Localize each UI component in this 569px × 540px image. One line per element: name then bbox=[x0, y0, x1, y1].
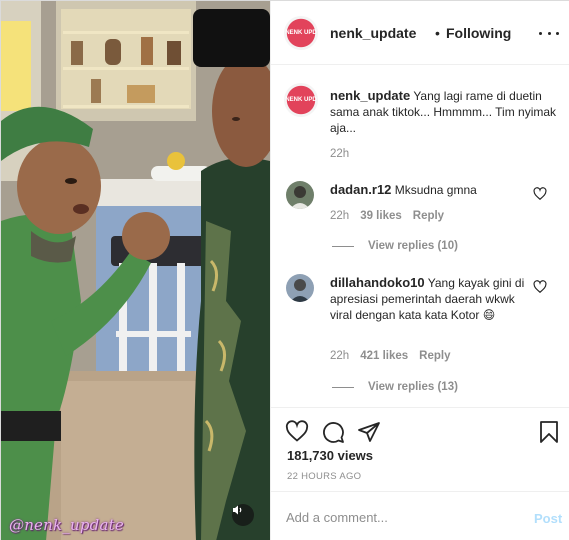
view-replies-label: View replies (10) bbox=[368, 240, 458, 252]
comment-icon[interactable] bbox=[321, 420, 345, 444]
speaker-icon[interactable] bbox=[232, 504, 254, 526]
heart-icon[interactable] bbox=[285, 420, 309, 444]
avatar[interactable] bbox=[286, 274, 314, 302]
avatar[interactable]: NENK UPD bbox=[284, 16, 318, 50]
video-frame bbox=[1, 1, 270, 540]
view-replies-button[interactable]: View replies (13) bbox=[332, 381, 458, 393]
comment-time[interactable]: 22h bbox=[330, 210, 349, 222]
separator-dot: • bbox=[435, 25, 440, 41]
view-replies-label: View replies (13) bbox=[368, 381, 458, 393]
comment-username[interactable]: dillahandoko10 bbox=[330, 275, 425, 290]
view-count[interactable]: 181,730 views bbox=[287, 448, 373, 463]
comment-time[interactable]: 22h bbox=[330, 350, 349, 362]
post-header: NENK UPD nenk_update • Following bbox=[271, 1, 569, 65]
view-replies-button[interactable]: View replies (10) bbox=[332, 240, 458, 252]
comment-likes[interactable]: 421 likes bbox=[360, 350, 408, 362]
caption-body: nenk_update Yang lagi rame di duetin sam… bbox=[330, 88, 560, 136]
divider bbox=[332, 386, 354, 388]
reply-button[interactable]: Reply bbox=[413, 210, 444, 222]
comment-username[interactable]: dadan.r12 bbox=[330, 182, 391, 197]
post-sidebar: NENK UPD nenk_update • Following NENK UP… bbox=[270, 1, 569, 540]
more-horizontal-icon[interactable] bbox=[539, 25, 559, 41]
heart-icon[interactable] bbox=[533, 187, 547, 201]
bookmark-icon[interactable] bbox=[537, 420, 561, 444]
following-button[interactable]: Following bbox=[446, 25, 511, 41]
video-watermark: @nenk_update bbox=[9, 516, 124, 534]
reply-button[interactable]: Reply bbox=[419, 350, 450, 362]
avatar-label: NENK UPD bbox=[285, 30, 317, 36]
comments-list[interactable]: NENK UPD nenk_update Yang lagi rame di d… bbox=[271, 66, 569, 407]
heart-icon[interactable] bbox=[533, 280, 547, 294]
add-comment-bar: Post bbox=[271, 491, 569, 540]
comment-body: dadan.r12 Mksudna gmna bbox=[330, 182, 560, 198]
post-dialog: @nenk_update NENK UPD nenk_update • Foll… bbox=[0, 0, 569, 540]
comment-meta: 22h 39 likes Reply bbox=[330, 210, 455, 222]
divider bbox=[332, 245, 354, 247]
post-button[interactable]: Post bbox=[534, 511, 562, 526]
post-timestamp[interactable]: 22 HOURS AGO bbox=[287, 471, 361, 482]
comment-body: dillahandoko10 Yang kayak gini di apresi… bbox=[330, 275, 530, 323]
header-username[interactable]: nenk_update bbox=[330, 25, 416, 41]
comment-meta: 22h 421 likes Reply bbox=[330, 350, 461, 362]
avatar[interactable] bbox=[286, 181, 314, 209]
avatar[interactable]: NENK UPD bbox=[284, 83, 318, 117]
send-icon[interactable] bbox=[357, 420, 381, 444]
post-video[interactable]: @nenk_update bbox=[1, 1, 270, 540]
caption-username[interactable]: nenk_update bbox=[330, 88, 410, 103]
comment-text: Mksudna gmna bbox=[394, 183, 477, 197]
avatar-label: NENK UPD bbox=[285, 97, 317, 103]
add-comment-input[interactable] bbox=[286, 508, 516, 526]
caption-time[interactable]: 22h bbox=[330, 148, 349, 160]
comment-likes[interactable]: 39 likes bbox=[360, 210, 402, 222]
